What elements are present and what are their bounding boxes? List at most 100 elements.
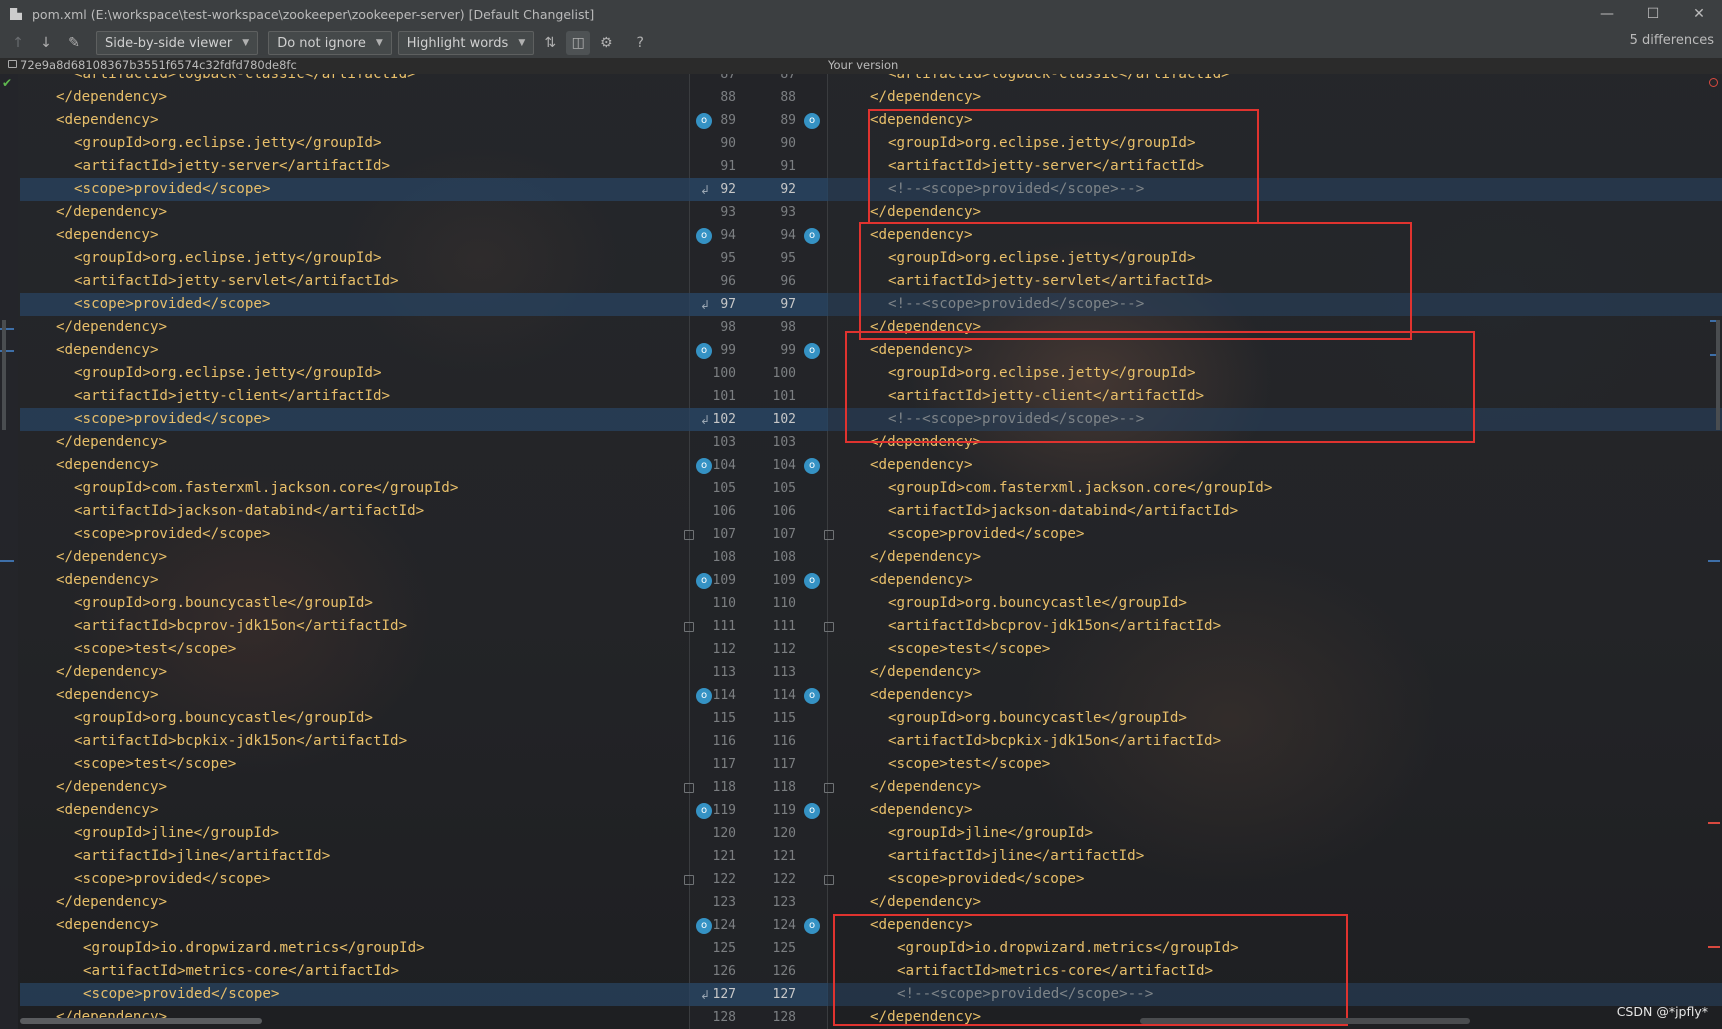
left-code-line[interactable]: <artifactId>jackson-databind</artifactId… — [56, 500, 424, 523]
collapse-unchanged-icon[interactable]: ⇅ — [538, 31, 562, 55]
fold-icon[interactable] — [824, 875, 834, 885]
right-code-line[interactable]: <scope>test</scope> — [870, 753, 1050, 776]
left-code-line[interactable]: </dependency> — [56, 201, 167, 224]
left-code-line[interactable]: </dependency> — [56, 546, 167, 569]
left-code-line[interactable]: <scope>test</scope> — [56, 638, 236, 661]
overrides-icon[interactable]: o — [804, 573, 820, 589]
left-code-line[interactable]: <dependency> — [56, 109, 159, 132]
right-code-line[interactable]: <scope>provided</scope> — [870, 868, 1084, 891]
ignore-whitespace-dropdown[interactable]: Do not ignore ▼ — [268, 31, 392, 55]
change-marker[interactable] — [0, 560, 14, 562]
overrides-icon[interactable]: o — [696, 228, 712, 244]
left-code-line[interactable]: </dependency> — [56, 431, 167, 454]
left-code-line[interactable]: <groupId>jline</groupId> — [56, 822, 279, 845]
left-horizontal-scrollbar[interactable] — [20, 1018, 262, 1024]
left-code-line[interactable]: <artifactId>jline</artifactId> — [56, 845, 330, 868]
right-code-line[interactable]: </dependency> — [870, 661, 981, 684]
next-difference-icon[interactable]: ↓ — [34, 31, 58, 55]
right-code-line[interactable]: <dependency> — [870, 454, 973, 477]
fold-icon[interactable] — [824, 783, 834, 793]
right-code-line[interactable]: </dependency> — [870, 776, 981, 799]
left-code-line[interactable]: </dependency> — [56, 661, 167, 684]
overrides-icon[interactable]: o — [804, 918, 820, 934]
apply-change-icon[interactable]: ↲ — [700, 298, 710, 312]
left-code-line[interactable]: <scope>provided</scope> — [56, 178, 270, 201]
right-code-line[interactable]: <artifactId>bcpkix-jdk15on</artifactId> — [870, 730, 1221, 753]
help-icon[interactable]: ? — [628, 31, 652, 55]
left-code-line[interactable]: <dependency> — [56, 224, 159, 247]
change-marker[interactable] — [1708, 560, 1720, 562]
overrides-icon[interactable]: o — [696, 803, 712, 819]
apply-change-icon[interactable]: ↲ — [700, 183, 710, 197]
fold-icon[interactable] — [684, 530, 694, 540]
apply-change-icon[interactable]: ↲ — [700, 988, 710, 1002]
left-code-line[interactable]: <dependency> — [56, 914, 159, 937]
overrides-icon[interactable]: o — [804, 113, 820, 129]
overrides-icon[interactable]: o — [696, 688, 712, 704]
right-code-line[interactable]: </dependency> — [870, 891, 981, 914]
edit-source-icon[interactable]: ✎ — [62, 31, 86, 55]
gear-icon[interactable]: ⚙ — [594, 31, 618, 55]
left-code-line[interactable]: <scope>test</scope> — [56, 753, 236, 776]
right-horizontal-scrollbar[interactable] — [1140, 1018, 1470, 1024]
left-code-line[interactable]: <scope>provided</scope> — [56, 523, 270, 546]
left-code-line[interactable]: <artifactId>bcpkix-jdk15on</artifactId> — [56, 730, 407, 753]
change-marker[interactable] — [1708, 946, 1720, 948]
maximize-button[interactable]: ☐ — [1630, 0, 1676, 28]
overrides-icon[interactable]: o — [696, 343, 712, 359]
left-code-line[interactable]: <artifactId>metrics-core</artifactId> — [56, 960, 399, 983]
fold-icon[interactable] — [684, 783, 694, 793]
overrides-icon[interactable]: o — [804, 343, 820, 359]
sync-scroll-icon[interactable]: ◫ — [566, 31, 591, 55]
left-code-line[interactable]: <artifactId>jetty-server</artifactId> — [56, 155, 390, 178]
left-code-line[interactable]: </dependency> — [56, 86, 167, 109]
left-code-line[interactable]: <dependency> — [56, 454, 159, 477]
right-code-line[interactable]: <scope>test</scope> — [870, 638, 1050, 661]
left-code-line[interactable]: <scope>provided</scope> — [56, 983, 279, 1006]
overrides-icon[interactable]: o — [696, 458, 712, 474]
left-code-line[interactable]: <groupId>org.bouncycastle</groupId> — [56, 707, 373, 730]
overrides-icon[interactable]: o — [804, 803, 820, 819]
right-code-line[interactable]: <artifactId>jline</artifactId> — [870, 845, 1144, 868]
overrides-icon[interactable]: o — [696, 918, 712, 934]
apply-change-icon[interactable]: ↲ — [700, 413, 710, 427]
left-code-line[interactable]: </dependency> — [56, 316, 167, 339]
overrides-icon[interactable]: o — [804, 688, 820, 704]
right-code-line[interactable]: <groupId>jline</groupId> — [870, 822, 1093, 845]
left-scroll-thumb[interactable] — [2, 320, 6, 430]
left-code-line[interactable]: <groupId>org.eclipse.jetty</groupId> — [56, 247, 382, 270]
left-code-line[interactable]: <scope>provided</scope> — [56, 408, 270, 431]
fold-icon[interactable] — [824, 530, 834, 540]
left-code-line[interactable]: <dependency> — [56, 339, 159, 362]
left-code-line[interactable]: <artifactId>jetty-client</artifactId> — [56, 385, 390, 408]
left-code-line[interactable]: <dependency> — [56, 569, 159, 592]
left-code-line[interactable]: <scope>provided</scope> — [56, 293, 270, 316]
right-code-line[interactable]: <groupId>com.fasterxml.jackson.core</gro… — [870, 477, 1272, 500]
overrides-icon[interactable]: o — [696, 573, 712, 589]
right-code-line[interactable]: <artifactId>jackson-databind</artifactId… — [870, 500, 1238, 523]
minimize-button[interactable]: — — [1584, 0, 1630, 28]
left-code-line[interactable]: </dependency> — [56, 776, 167, 799]
left-code-line[interactable]: <dependency> — [56, 799, 159, 822]
left-code-line[interactable]: <groupId>io.dropwizard.metrics</groupId> — [56, 937, 425, 960]
overrides-icon[interactable]: o — [804, 228, 820, 244]
right-code-line[interactable]: <scope>provided</scope> — [870, 523, 1084, 546]
close-button[interactable]: ✕ — [1676, 0, 1722, 28]
left-code-line[interactable]: <groupId>com.fasterxml.jackson.core</gro… — [56, 477, 458, 500]
right-code-line[interactable]: <dependency> — [870, 569, 973, 592]
change-marker[interactable] — [1708, 822, 1720, 824]
viewer-mode-dropdown[interactable]: Side-by-side viewer ▼ — [96, 31, 259, 55]
right-code-line[interactable]: </dependency> — [870, 86, 981, 109]
highlight-mode-dropdown[interactable]: Highlight words ▼ — [397, 31, 535, 55]
left-code-line[interactable]: <scope>provided</scope> — [56, 868, 270, 891]
previous-difference-icon[interactable]: ↑ — [6, 31, 30, 55]
left-code-line[interactable]: <groupId>org.bouncycastle</groupId> — [56, 592, 373, 615]
fold-icon[interactable] — [684, 875, 694, 885]
right-code-line[interactable]: <groupId>org.bouncycastle</groupId> — [870, 707, 1187, 730]
left-code-line[interactable]: <groupId>org.eclipse.jetty</groupId> — [56, 362, 382, 385]
left-code-line[interactable]: <dependency> — [56, 684, 159, 707]
overrides-icon[interactable]: o — [696, 113, 712, 129]
right-code-line[interactable]: <artifactId>bcprov-jdk15on</artifactId> — [870, 615, 1221, 638]
right-code-line[interactable]: <groupId>org.bouncycastle</groupId> — [870, 592, 1187, 615]
left-code-line[interactable]: <artifactId>bcprov-jdk15on</artifactId> — [56, 615, 407, 638]
